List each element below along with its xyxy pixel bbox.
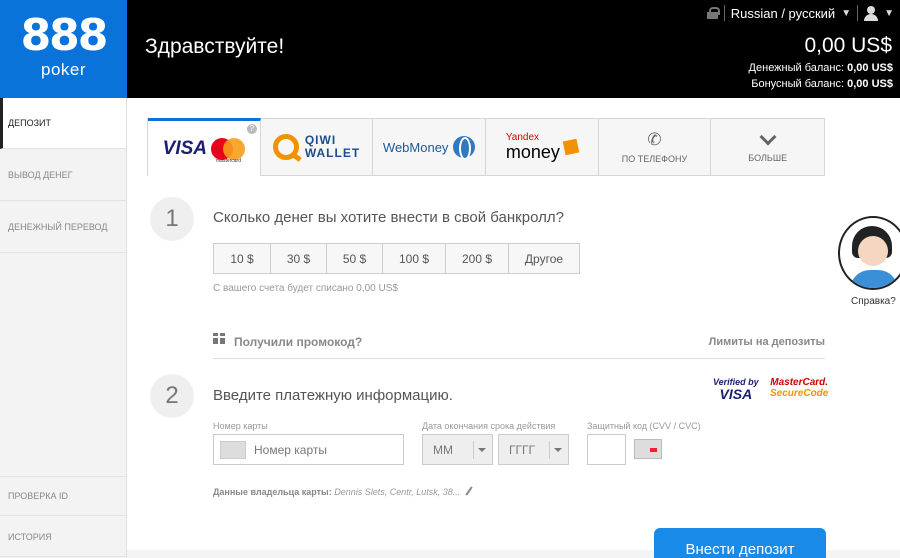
amount-button[interactable]: 30 $: [271, 244, 327, 273]
lock-icon: [706, 7, 720, 19]
tab-phone-label: ПО ТЕЛЕФОНУ: [621, 154, 688, 164]
cash-balance: Денежный баланс: 0,00 US$: [749, 62, 893, 74]
amount-button[interactable]: 50 $: [327, 244, 383, 273]
card-number-input[interactable]: Номер карты: [213, 434, 404, 465]
top-header: 888 poker Здравствуйте! Russian / русски…: [0, 0, 900, 98]
tab-webmoney[interactable]: WebMoney: [373, 119, 487, 175]
verified-by-visa-logo: Verified by VISA: [713, 377, 759, 401]
qiwi-icon: [272, 134, 299, 160]
divider: [723, 5, 725, 21]
sidebar-item-history[interactable]: ИСТОРИЯ: [0, 517, 126, 557]
cvv-input[interactable]: [587, 434, 626, 465]
logo-brand: poker: [40, 60, 87, 79]
tab-phone[interactable]: ✆ ПО ТЕЛЕФОНУ: [599, 119, 712, 175]
tab-more[interactable]: БОЛЬШЕ: [711, 119, 824, 175]
expiry-year-value: ГГГГ: [509, 442, 535, 457]
top-bar: Russian / русский ▼ ▼: [706, 4, 894, 22]
payment-method-tabs: VISA mastercard ? QIWI WALLET WebMoney Y…: [147, 118, 825, 176]
language-selector[interactable]: Russian / русский: [731, 6, 835, 21]
qiwi-line1: QIWI: [304, 133, 337, 147]
visa-logo: VISA: [162, 137, 208, 159]
expiry-month-value: MM: [433, 442, 453, 457]
charge-note: С вашего счета будет списано 0,00 US$: [213, 283, 398, 294]
tab-visa-mastercard[interactable]: VISA mastercard ?: [148, 118, 261, 176]
yandex-line2: money: [505, 142, 560, 162]
mastercard-label: mastercard: [216, 158, 242, 164]
info-icon[interactable]: ?: [246, 124, 257, 134]
tab-yandex-money[interactable]: Yandex money: [486, 119, 599, 175]
step-number-2: 2: [150, 374, 194, 418]
bonus-balance-label: Бонусный баланс:: [751, 78, 845, 90]
bonus-balance-value: 0,00 US$: [847, 78, 893, 90]
logo-number: 888: [20, 10, 109, 61]
bonus-balance: Бонусный баланс: 0,00 US$: [751, 78, 893, 90]
amount-button[interactable]: 10 $: [214, 244, 271, 273]
securecode-line2: SecureCode: [770, 388, 829, 399]
sidebar-item-id-check[interactable]: ПРОВЕРКА ID: [0, 476, 126, 516]
card-owner-value: Dennis Slets, Centr, Lutsk, 38...: [334, 487, 461, 497]
expiry-month-select[interactable]: MM: [422, 434, 493, 465]
tab-qiwi[interactable]: QIWI WALLET: [261, 119, 374, 175]
card-number-label: Номер карты: [213, 421, 268, 431]
pencil-icon[interactable]: [465, 486, 473, 496]
credit-card-icon: [220, 440, 246, 459]
sidebar: ДЕПОЗИТ ВЫВОД ДЕНЕГ ДЕНЕЖНЫЙ ПЕРЕВОД ПРО…: [0, 98, 127, 558]
user-icon[interactable]: [864, 5, 879, 21]
amount-button[interactable]: 100 $: [383, 244, 446, 273]
gift-icon: [212, 330, 226, 344]
webmoney-logo: WebMoney: [382, 139, 449, 155]
wallet-icon: [562, 138, 580, 156]
chevron-down-icon[interactable]: ▼: [884, 8, 894, 19]
sidebar-item-transfer[interactable]: ДЕНЕЖНЫЙ ПЕРЕВОД: [0, 202, 126, 253]
qiwi-line2: WALLET: [304, 146, 361, 160]
card-owner-info: Данные владельца карты: Dennis Slets, Ce…: [213, 486, 473, 497]
expiry-label: Дата окончания срока действия: [422, 421, 556, 431]
card-number-placeholder: Номер карты: [254, 442, 327, 457]
chevron-down-icon: [478, 448, 486, 452]
amount-buttons: 10 $ 30 $ 50 $ 100 $ 200 $ Другое: [213, 243, 580, 274]
yandex-money-logo: Yandex money: [505, 133, 560, 162]
chevron-down-icon: [759, 128, 777, 146]
chevron-down-icon[interactable]: ▼: [841, 8, 851, 19]
mastercard-securecode-logo: MasterCard. SecureCode: [770, 377, 828, 399]
cash-balance-label: Денежный баланс:: [748, 62, 845, 74]
greeting-text: Здравствуйте!: [145, 35, 285, 58]
verified-line2: VISA: [719, 386, 753, 402]
sidebar-item-withdraw[interactable]: ВЫВОД ДЕНЕГ: [0, 150, 126, 201]
securecode-line1: MasterCard.: [770, 377, 829, 388]
deposit-button[interactable]: Внести депозит: [654, 528, 826, 558]
card-back-cvv-icon: [634, 439, 662, 459]
tab-more-label: БОЛЬШЕ: [748, 153, 788, 163]
expiry-year-select[interactable]: ГГГГ: [498, 434, 569, 465]
phone-icon: ✆: [647, 130, 662, 149]
mastercard-icon: [211, 137, 246, 160]
amount-question: Сколько денег вы хотите внести в свой ба…: [213, 209, 564, 226]
divider: [213, 358, 825, 359]
payment-info-heading: Введите платежную информацию.: [213, 387, 453, 404]
divider: [857, 5, 859, 21]
cvv-label: Защитный код (CVV / CVC): [587, 421, 701, 431]
amount-other-button[interactable]: Другое: [509, 244, 579, 273]
globe-icon: [453, 136, 476, 160]
deposit-limits-link[interactable]: Лимиты на депозиты: [709, 336, 825, 348]
total-balance: 0,00 US$: [804, 34, 892, 57]
step-number-1: 1: [150, 197, 194, 241]
help-label[interactable]: Справка?: [851, 296, 896, 307]
chevron-down-icon: [554, 448, 562, 452]
sidebar-item-deposit[interactable]: ДЕПОЗИТ: [0, 98, 126, 149]
cash-balance-value: 0,00 US$: [847, 62, 893, 74]
amount-button[interactable]: 200 $: [446, 244, 509, 273]
card-owner-label: Данные владельца карты:: [213, 487, 332, 497]
help-avatar[interactable]: [838, 216, 900, 290]
promo-code-link[interactable]: Получили промокод?: [234, 335, 362, 349]
888poker-logo[interactable]: 888 poker: [0, 0, 127, 98]
qiwi-logo: QIWI WALLET: [305, 134, 360, 160]
